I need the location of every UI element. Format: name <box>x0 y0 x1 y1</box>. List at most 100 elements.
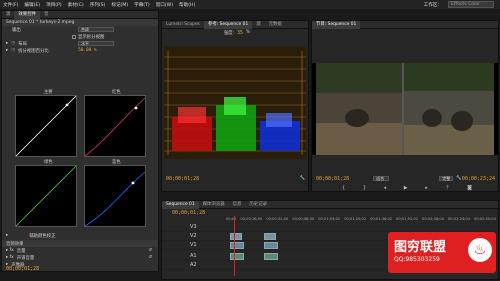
audio-effects-header: 音频效果 <box>2 240 158 247</box>
tab-metadata[interactable]: 元数据 <box>265 21 286 29</box>
flame-icon: ♨ <box>468 238 492 262</box>
fx-icon: ▸ fx <box>6 248 14 253</box>
watermark-logo: 图穷联盟 QQ:985303259 ♨ <box>388 232 496 273</box>
ruler-tick: 00;01;20;02 <box>344 217 367 221</box>
secondary-row: ▸ 辅助颜色校正 <box>2 232 158 239</box>
step-forward-icon[interactable]: ▸ <box>425 185 428 191</box>
track-v3[interactable]: V3 <box>162 224 498 232</box>
menu-clip[interactable]: 素材(C) <box>68 2 84 8</box>
split-stopwatch-icon[interactable]: ◷ <box>11 48 15 53</box>
blue-curve[interactable] <box>84 165 146 227</box>
green-curve[interactable] <box>15 165 77 227</box>
wrench-icon[interactable]: 🔧 <box>300 176 305 181</box>
secondary-expand-icon[interactable]: ▸ <box>6 233 8 238</box>
scope-panel: Lumetri Scopes 参考: Sequence 01 源 元数据 强度:… <box>161 20 309 192</box>
workspace-dropdown[interactable]: Effects Color <box>448 1 494 8</box>
split-row: ▸ ◷ 拆分视图百分比 50.00 % <box>2 47 158 54</box>
audio-volume-label: 音量 <box>16 248 26 254</box>
split-value[interactable]: 50.00 % <box>78 48 97 53</box>
clip-a1-2[interactable] <box>264 253 278 260</box>
tab-media-browser[interactable]: 媒体浏览器 <box>199 201 229 209</box>
sequence-header: Sequence 01 * turkeys-2.mpeg <box>2 19 158 26</box>
program-fit-dropdown[interactable]: 适合 <box>373 176 390 181</box>
menu-marker[interactable]: 标记(M) <box>111 2 128 8</box>
menu-title[interactable]: 字幕(T) <box>134 2 150 8</box>
scope-timecode[interactable]: 00;00;01;28 <box>166 176 199 182</box>
layout-row: ▸ ◷ 布局 水平 <box>2 40 158 47</box>
workspace-selector: 工作区: Effects Color <box>424 1 494 8</box>
clip-v2-1[interactable] <box>230 233 242 240</box>
tab-source[interactable]: 源 <box>2 11 14 19</box>
reset-icon[interactable]: ↺ <box>148 248 152 253</box>
master-curve[interactable] <box>15 95 77 157</box>
menu-sequence[interactable]: 序列(S) <box>90 2 106 8</box>
clip-v2-2[interactable] <box>264 233 276 240</box>
tab-source2[interactable]: 源 <box>252 21 264 29</box>
show-split-checkbox[interactable] <box>72 34 76 39</box>
mark-out-icon[interactable]: } <box>363 185 366 191</box>
layout-dropdown[interactable]: 水平 <box>78 41 115 46</box>
master-curve-graph <box>15 95 77 157</box>
layout-expand-icon[interactable]: ▸ <box>6 41 8 46</box>
menu-file[interactable]: 文件(F) <box>3 2 18 8</box>
output-label: 输出 <box>12 27 21 33</box>
menu-bar: 文件(F) 编辑(E) 项目(P) 素材(C) 序列(S) 标记(M) 字幕(T… <box>0 0 500 9</box>
ruler-tick: 00;00;48;00 <box>292 217 315 221</box>
ruler-tick: 00;01;52;02 <box>396 217 419 221</box>
watermark-qq: QQ:985303259 <box>394 256 440 263</box>
program-timecode[interactable]: 00;00;01;28 <box>316 176 349 182</box>
red-curve[interactable] <box>84 95 146 157</box>
output-dropdown[interactable]: 合成 <box>78 27 114 32</box>
rgb-parade <box>164 47 306 159</box>
workspace-label: 工作区: <box>423 2 439 8</box>
step-back-icon[interactable]: ◂ <box>384 185 387 191</box>
playhead[interactable] <box>234 216 235 276</box>
tab-info[interactable]: 信息 <box>229 201 246 209</box>
tab-audio[interactable]: 音 <box>40 11 52 19</box>
menu-project[interactable]: 项目(P) <box>46 2 62 8</box>
lift-icon[interactable]: ⇡ <box>445 185 449 191</box>
program-transport: { } ◂ ▶ ▸ ⇡ ◙ <box>342 185 472 191</box>
ruler-tick: 00;02;08;04 <box>422 217 444 221</box>
green-curve-graph <box>15 165 77 227</box>
menu-window[interactable]: 窗口(W) <box>156 2 173 8</box>
sequence-name: Sequence 01 * turkeys-2.mpeg <box>6 20 75 25</box>
brightness-percent: % <box>246 30 251 35</box>
split-label: 拆分视图百分比 <box>18 48 49 54</box>
tab-sequence[interactable]: Sequence 01 <box>162 201 199 209</box>
tab-reference[interactable]: 参考: Sequence 01 <box>203 21 253 29</box>
effect-controls-timecode[interactable]: 00;00;01;28 <box>6 266 39 272</box>
audio-volume-row: ▸ fx 音量 ↺ <box>2 247 158 254</box>
scope-footer: 00;00;01;28 🔧 <box>162 175 308 182</box>
audio-channel-label: 声道音量 <box>16 255 35 261</box>
audio-effects-label: 音频效果 <box>6 241 24 247</box>
split-expand-icon[interactable]: ▸ <box>6 48 8 53</box>
clip-v1-1[interactable] <box>230 242 244 249</box>
clip-v1-2[interactable] <box>264 242 278 249</box>
timeline-timecode[interactable]: 00;00;01;28 <box>172 210 205 216</box>
mark-in-icon[interactable]: { <box>342 185 345 191</box>
menu-help[interactable]: 帮助(H) <box>179 2 195 8</box>
program-footer: 00;00;01;28 适合 完整 🔧 00;00;23;24 <box>312 175 498 182</box>
tab-program[interactable]: 节目: Sequence 01 <box>312 21 361 29</box>
timeline-ruler: 00;00 00;00;16;00 00;00;32;00 00;00;48;0… <box>226 217 496 222</box>
tab-lumetri[interactable]: Lumetri Scopes <box>162 21 204 29</box>
brightness-label: 强度: <box>223 30 235 36</box>
program-duration: 00;00;23;24 <box>461 175 495 182</box>
export-frame-icon[interactable]: ◙ <box>467 185 472 191</box>
clip-a1-1[interactable] <box>230 253 244 260</box>
menu-edit[interactable]: 编辑(E) <box>24 2 40 8</box>
brightness-value[interactable]: 35 <box>237 30 243 36</box>
tab-effect-controls[interactable]: 效果控件 <box>14 11 40 19</box>
ruler-tick: 00;02;40;04 <box>473 217 496 221</box>
stopwatch-icon[interactable]: ◷ <box>11 41 15 46</box>
show-split-label: 显示拆分视图 <box>78 34 105 40</box>
rgb-parade-scope <box>164 47 306 159</box>
layout-label: 布局 <box>18 41 27 47</box>
reset-icon[interactable]: ↺ <box>148 255 152 260</box>
program-quality-dropdown[interactable]: 完整 <box>439 176 454 181</box>
tab-history[interactable]: 历史记录 <box>245 201 271 209</box>
track-label: V3 <box>190 224 197 230</box>
program-video <box>312 63 498 155</box>
play-icon[interactable]: ▶ <box>404 185 408 191</box>
